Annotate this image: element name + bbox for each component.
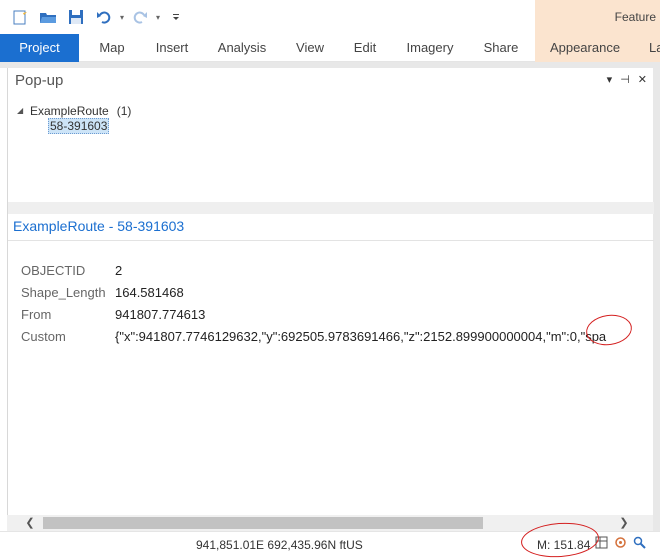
close-icon[interactable]: ✕ [638, 74, 647, 86]
tree-layer-count: (1) [116, 103, 132, 118]
redo-dropdown-icon[interactable]: ▾ [156, 13, 160, 22]
coordinate-readout: 941,851.01E 692,435.96N ftUS [196, 538, 363, 552]
tab-imagery[interactable]: Imagery [404, 34, 456, 62]
zoom-icon[interactable] [633, 536, 646, 552]
feature-title: ExampleRoute - 58-391603 [13, 218, 185, 234]
pane-edge [653, 68, 660, 531]
undo-dropdown-icon[interactable]: ▾ [120, 13, 124, 22]
scroll-right-icon[interactable]: ❯ [615, 515, 633, 531]
undo-icon[interactable] [92, 5, 116, 29]
pane-options-icon[interactable]: ▾ [607, 74, 613, 86]
status-icons [595, 536, 646, 552]
collapse-triangle-icon[interactable]: ◢ [17, 106, 30, 115]
tab-labeling[interactable]: La [635, 34, 660, 62]
scroll-thumb[interactable] [43, 517, 483, 529]
tab-analysis[interactable]: Analysis [217, 34, 267, 62]
tab-edit[interactable]: Edit [352, 34, 378, 62]
quick-access-toolbar: ▾ ▾ [0, 0, 535, 34]
tree-layer-row[interactable]: ◢ ExampleRoute (1) [17, 102, 131, 119]
tab-insert[interactable]: Insert [152, 34, 192, 62]
pane-controls: ▾ ⊣ ✕ [607, 74, 647, 86]
feature-context-group: Feature [535, 0, 660, 34]
attribute-key: Custom [21, 329, 66, 344]
tab-project[interactable]: Project [0, 34, 79, 62]
new-project-icon[interactable] [8, 5, 32, 29]
tab-share[interactable]: Share [482, 34, 520, 62]
pane-splitter[interactable] [8, 202, 654, 214]
attribute-value: 941807.774613 [115, 307, 206, 322]
attribute-key: From [21, 307, 52, 322]
tab-map[interactable]: Map [96, 34, 128, 62]
attribute-key: Shape_Length [21, 285, 106, 300]
customize-icon[interactable] [164, 5, 188, 29]
snapping-icon[interactable] [614, 536, 627, 552]
attribute-value: 164.581468 [115, 285, 184, 300]
scroll-left-icon[interactable]: ❮ [21, 515, 39, 531]
popup-pane: Pop-up ▾ ⊣ ✕ ◢ ExampleRoute (1) 58-39160… [7, 68, 654, 538]
pin-icon[interactable]: ⊣ [620, 74, 630, 86]
attribute-value: 2 [115, 263, 123, 278]
feature-tree: ◢ ExampleRoute (1) [17, 102, 131, 119]
tab-view[interactable]: View [294, 34, 326, 62]
pane-title: Pop-up [15, 72, 64, 89]
tree-layer-name: ExampleRoute [30, 103, 109, 118]
open-folder-icon[interactable] [36, 5, 60, 29]
redo-icon[interactable] [128, 5, 152, 29]
ribbon-tabs: Project Map Insert Analysis View Edit Im… [0, 34, 660, 62]
title-rule [8, 240, 654, 241]
attribute-value: {"x":941807.7746129632,"y":692505.978369… [115, 329, 607, 344]
tab-appearance[interactable]: Appearance [535, 34, 635, 62]
context-group-label: Feature [614, 10, 656, 24]
attribute-key: OBJECTID [21, 263, 86, 278]
save-icon[interactable] [64, 5, 88, 29]
tree-feature-item[interactable]: 58-391603 [48, 118, 110, 134]
